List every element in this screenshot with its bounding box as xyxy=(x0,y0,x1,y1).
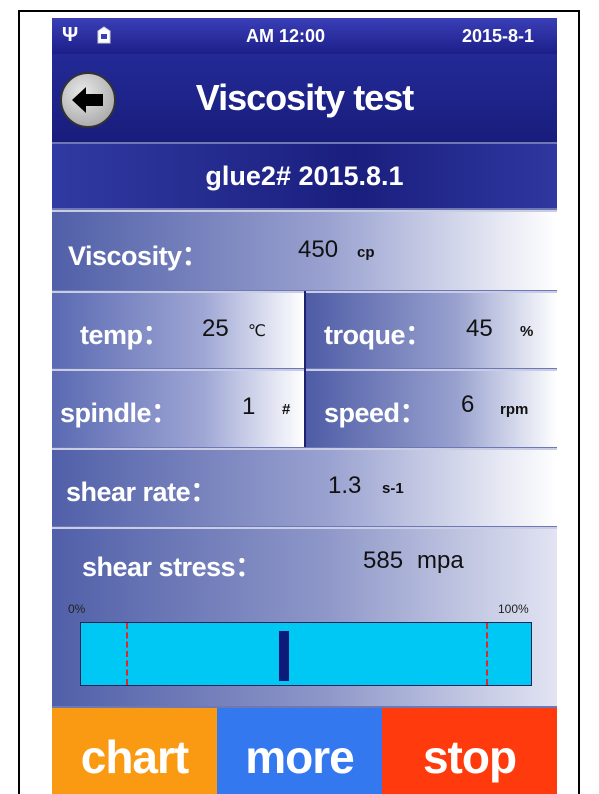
troque-unit: % xyxy=(520,323,534,340)
device-screen: Ψ AM 12:00 2015-8-1 Viscosity test glue2… xyxy=(52,18,557,794)
chart-button[interactable]: chart xyxy=(52,708,217,794)
troque-label: troque： xyxy=(324,320,432,350)
sample-name: glue2# 2015.8.1 xyxy=(52,144,557,208)
viscosity-value: 450 xyxy=(298,236,339,263)
usb-icon: Ψ xyxy=(62,24,79,46)
spindle-unit: # xyxy=(282,401,291,418)
speed-label: speed： xyxy=(324,398,427,428)
speed-unit: rpm xyxy=(500,401,529,418)
status-time: AM 12:00 xyxy=(246,26,326,46)
spindle-label: spindle： xyxy=(60,398,178,428)
speed-value: 6 xyxy=(461,391,475,418)
viscosity-unit: cp xyxy=(357,244,375,261)
arrow-left-icon xyxy=(72,87,103,113)
gauge-max-label: 100% xyxy=(498,602,529,616)
viscosity-panel: Viscosity： 450 cp xyxy=(52,210,557,290)
speed-panel: speed： 6 rpm xyxy=(306,369,557,447)
status-bar: Ψ AM 12:00 2015-8-1 xyxy=(52,18,557,54)
more-button[interactable]: more xyxy=(217,708,382,794)
gauge-low-limit xyxy=(126,623,128,685)
temp-panel: temp： 25 ℃ xyxy=(52,291,304,368)
viscosity-label: Viscosity： xyxy=(68,241,209,271)
troque-panel: troque： 45 % xyxy=(306,291,557,368)
shear-rate-value: 1.3 xyxy=(328,472,362,499)
gauge-high-limit xyxy=(486,623,488,685)
spindle-panel: spindle： 1 # xyxy=(52,369,304,447)
spindle-value: 1 xyxy=(242,393,256,420)
page-title: Viscosity test xyxy=(195,77,414,118)
temp-unit: ℃ xyxy=(248,323,266,340)
shear-stress-label: shear stress： xyxy=(82,552,262,582)
back-button[interactable] xyxy=(60,72,116,128)
shear-rate-panel: shear rate： 1.3 s-1 xyxy=(52,448,557,526)
shear-rate-unit: s-1 xyxy=(382,480,404,497)
gauge-min-label: 0% xyxy=(68,602,86,616)
title-bar: Viscosity test xyxy=(52,54,557,142)
stop-button[interactable]: stop xyxy=(382,708,557,794)
troque-value: 45 xyxy=(466,315,493,342)
storage-icon xyxy=(94,25,114,45)
temp-value: 25 xyxy=(202,315,229,342)
torque-gauge xyxy=(80,622,532,686)
shear-stress-value: 585 xyxy=(363,547,404,574)
shear-stress-unit: mpa xyxy=(417,547,464,574)
action-bar: chart more stop xyxy=(52,708,557,794)
status-date: 2015-8-1 xyxy=(462,26,535,46)
temp-label: temp： xyxy=(80,320,170,350)
shear-rate-label: shear rate： xyxy=(66,477,217,507)
gauge-needle xyxy=(278,631,289,681)
